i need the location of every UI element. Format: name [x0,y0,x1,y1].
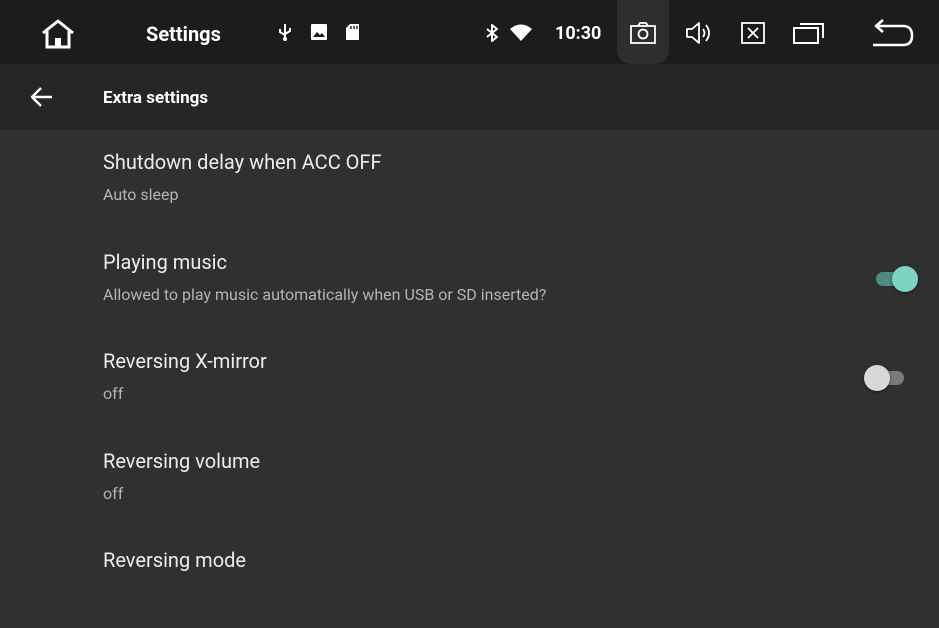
image-icon [309,22,329,42]
playing-music-toggle[interactable] [872,264,918,294]
setting-title: Shutdown delay when ACC OFF [103,150,382,174]
home-icon[interactable] [38,14,78,54]
setting-subtitle: off [103,384,124,403]
setting-shutdown-delay[interactable]: Shutdown delay when ACC OFF Auto sleep [0,130,939,230]
setting-reversing-mode[interactable]: Reversing mode [0,528,939,628]
screenshot-icon[interactable] [628,18,658,48]
status-time: 10:30 [555,23,602,44]
volume-icon[interactable] [683,18,715,48]
arrow-left-icon[interactable] [28,85,56,109]
setting-subtitle: Allowed to play music automatically when… [103,285,547,304]
settings-list: Shutdown delay when ACC OFF Auto sleep P… [0,130,939,572]
toolbar: Extra settings [0,64,939,130]
recent-apps-icon[interactable] [791,18,827,48]
back-icon[interactable] [868,16,916,50]
reversing-x-mirror-toggle[interactable] [864,363,910,393]
app-title: Settings [146,22,221,46]
status-bar: Settings 10:30 [0,0,939,64]
setting-reversing-x-mirror[interactable]: Reversing X-mirror off [0,329,939,429]
setting-subtitle: off [103,484,124,503]
bluetooth-icon [484,22,500,44]
setting-subtitle: Auto sleep [103,185,179,204]
setting-reversing-volume[interactable]: Reversing volume off [0,429,939,529]
setting-title: Playing music [103,250,227,274]
setting-title: Reversing mode [103,548,246,572]
close-app-icon[interactable] [738,18,768,48]
setting-title: Reversing X-mirror [103,349,267,373]
setting-title: Reversing volume [103,449,261,473]
wifi-icon [508,22,534,44]
sd-card-icon [343,22,361,42]
page-title: Extra settings [103,88,209,108]
usb-icon [276,22,294,42]
setting-playing-music[interactable]: Playing music Allowed to play music auto… [0,230,939,330]
